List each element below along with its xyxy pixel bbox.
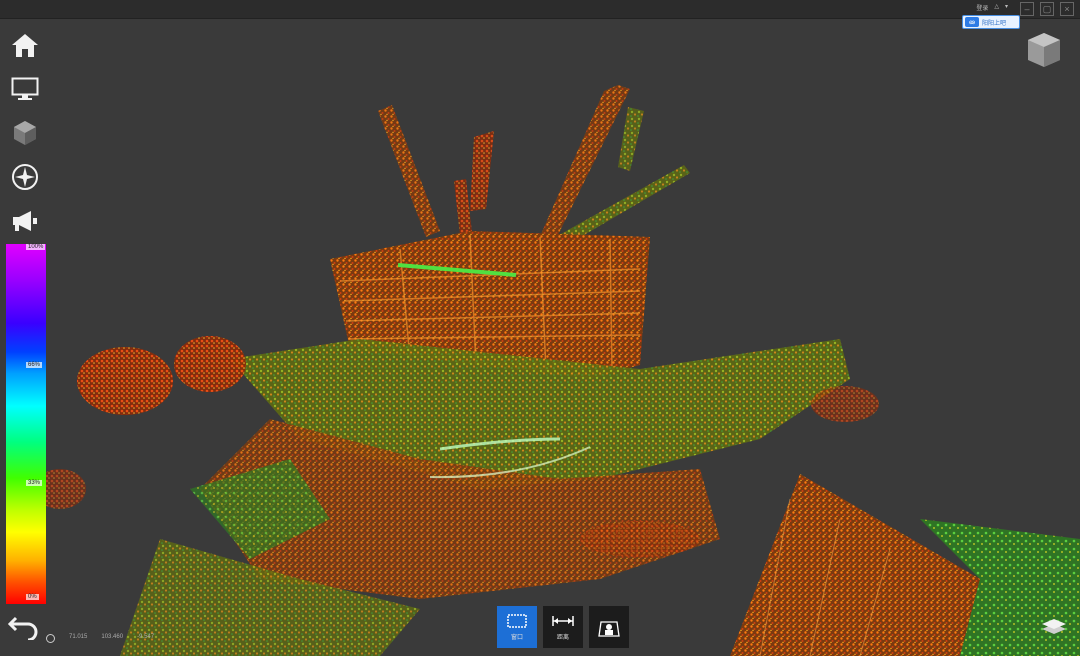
login-text[interactable]: 登录 <box>976 3 988 12</box>
account-icon[interactable]: △ <box>994 3 999 12</box>
legend-label-33: 33% <box>26 480 43 486</box>
coordinate-readout: 71.015 103.460 -9.547 <box>46 634 154 643</box>
top-menu: 登录 △ ▾ <box>976 3 1008 12</box>
user-login-chip[interactable]: ꙭ 阳阳上吧 <box>962 15 1020 29</box>
compass-icon <box>12 164 38 190</box>
layers-icon <box>1042 619 1066 634</box>
monitor-icon <box>11 77 39 100</box>
measure-distance-icon <box>552 615 574 626</box>
dropdown-icon[interactable]: ▾ <box>1005 3 1008 12</box>
maximize-button[interactable]: ▢ <box>1040 2 1054 16</box>
undo-icon <box>7 616 38 642</box>
undo-button[interactable] <box>7 614 40 645</box>
title-bar: – ▢ × <box>0 0 1080 19</box>
point-cloud-viewport[interactable] <box>0 19 1080 656</box>
announce-button[interactable] <box>8 204 42 238</box>
section-box-icon <box>598 621 620 637</box>
settings-dot-icon[interactable] <box>46 634 55 643</box>
cloud-icon: ꙭ <box>965 17 979 27</box>
layers-button[interactable] <box>1040 614 1068 643</box>
distance-tool[interactable]: 距离 <box>543 606 583 648</box>
view-cube[interactable] <box>1024 30 1064 70</box>
cube-icon <box>14 121 36 145</box>
intensity-color-legend: 100% 66% 33% 0% <box>6 244 46 604</box>
close-button[interactable]: × <box>1060 2 1074 16</box>
window-controls: – ▢ × <box>1020 2 1074 16</box>
distance-label: 距离 <box>556 634 569 641</box>
color-gradient-bar <box>6 244 46 604</box>
minimize-button[interactable]: – <box>1020 2 1034 16</box>
coord-x: 71.015 <box>69 634 88 640</box>
navigation-button[interactable] <box>8 160 42 194</box>
window-select-label: 窗口 <box>510 634 523 641</box>
bottom-toolbar: 窗口 距离 <box>497 606 629 648</box>
monitor-button[interactable] <box>8 72 42 106</box>
legend-label-min: 0% <box>26 594 39 600</box>
home-icon <box>12 34 38 57</box>
coord-y: 103.460 <box>101 634 124 640</box>
left-toolbar <box>8 28 44 238</box>
coord-z: -9.547 <box>137 634 155 640</box>
rectangle-select-icon <box>507 613 527 628</box>
login-label: 阳阳上吧 <box>982 20 1007 27</box>
window-select-tool[interactable]: 窗口 <box>497 606 537 648</box>
home-button[interactable] <box>8 28 42 62</box>
legend-label-66: 66% <box>26 362 43 368</box>
model-button[interactable] <box>8 116 42 150</box>
megaphone-icon <box>13 211 37 231</box>
legend-label-max: 100% <box>26 244 46 250</box>
section-box-tool[interactable] <box>589 606 629 648</box>
